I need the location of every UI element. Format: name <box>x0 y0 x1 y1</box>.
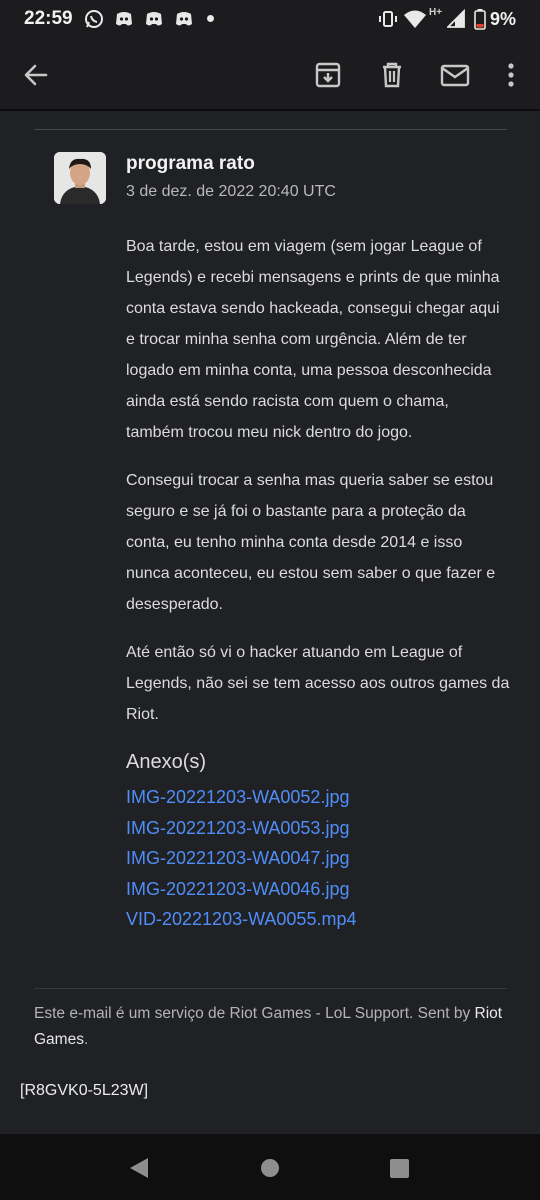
delete-icon[interactable] <box>375 58 409 92</box>
footer-divider <box>34 988 507 989</box>
status-bar: 22:59 H+ 9% <box>0 0 540 38</box>
body-paragraph: Até então só vi o hacker atuando em Leag… <box>126 644 510 723</box>
nav-home-icon[interactable] <box>261 1159 279 1177</box>
archive-icon[interactable] <box>311 58 345 92</box>
body-paragraph: Consegui trocar a senha mas queria saber… <box>126 472 496 613</box>
app-toolbar <box>0 38 540 110</box>
discord-icon <box>146 12 162 26</box>
avatar[interactable] <box>54 152 106 204</box>
more-options-icon[interactable] <box>494 58 528 92</box>
message-body: Boa tarde, estou em viagem (sem jogar Le… <box>126 231 510 747</box>
attachment-link[interactable]: IMG-20221203-WA0046.jpg <box>126 874 356 905</box>
system-nav-bar <box>0 1134 540 1200</box>
message-view[interactable]: programa rato 3 de dez. de 2022 20:40 UT… <box>0 111 540 1134</box>
attachment-link[interactable]: VID-20221203-WA0055.mp4 <box>126 904 356 935</box>
battery-percent: 9% <box>490 9 517 29</box>
body-paragraph: Boa tarde, estou em viagem (sem jogar Le… <box>126 238 500 441</box>
attachment-link[interactable]: IMG-20221203-WA0047.jpg <box>126 843 356 874</box>
footer-notice: Este e-mail é um serviço de Riot Games -… <box>34 1001 514 1053</box>
message-date: 3 de dez. de 2022 20:40 UTC <box>126 183 336 200</box>
attachment-link[interactable]: IMG-20221203-WA0053.jpg <box>126 813 356 844</box>
avatar-photo <box>54 152 106 204</box>
discord-icon <box>116 12 132 26</box>
wifi-icon <box>404 10 426 28</box>
discord-icon <box>176 12 192 26</box>
battery-icon <box>474 9 486 30</box>
vibrate-icon <box>379 11 397 27</box>
back-arrow-icon[interactable] <box>19 58 53 92</box>
sender-name: programa rato <box>126 153 255 174</box>
nav-recents-icon[interactable] <box>390 1159 409 1178</box>
network-type: H+ <box>429 7 443 18</box>
footer-end: . <box>83 1031 89 1048</box>
whatsapp-icon <box>85 10 103 28</box>
signal-icon <box>447 9 465 28</box>
attachments-list: IMG-20221203-WA0052.jpg IMG-20221203-WA0… <box>126 782 356 935</box>
nav-back-icon[interactable] <box>130 1158 148 1178</box>
thread-divider <box>34 129 507 130</box>
footer-notice-text: Este e-mail é um serviço de Riot Games -… <box>34 1005 475 1022</box>
reference-code: [R8GVK0-5L23W] <box>20 1082 149 1099</box>
status-time: 22:59 <box>24 8 73 29</box>
mark-unread-icon[interactable] <box>438 58 472 92</box>
notification-dot-icon <box>207 15 214 22</box>
attachment-link[interactable]: IMG-20221203-WA0052.jpg <box>126 782 356 813</box>
attachments-heading: Anexo(s) <box>126 751 207 773</box>
